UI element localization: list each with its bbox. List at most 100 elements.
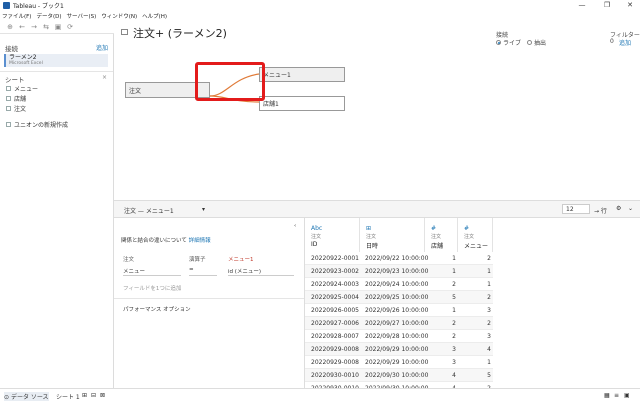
column-name: メニュー (464, 243, 489, 250)
connection-name: ラーメン2 (9, 54, 37, 61)
menu-bar: ファイル(F) データ(D) サーバー(S) ウィンドウ(N) ヘルプ(H) (0, 11, 640, 20)
back-icon[interactable]: ← (16, 23, 28, 31)
table-cell: 20220925-0004 (311, 294, 359, 301)
table-row[interactable]: 20220930-0010 2022/09/30 10:00:00 4 5 (305, 369, 493, 382)
table-cell: 2022/09/25 10:00:00 (365, 294, 429, 301)
table-cell: 20220926-0005 (311, 307, 359, 314)
swap-icon[interactable]: ⇆ (40, 23, 52, 31)
table-cell: 2022/09/29 10:00:00 (365, 346, 429, 353)
table-cell: 20220929-0008 (311, 346, 359, 353)
datetime-type-icon: ⊞ (366, 225, 372, 232)
join-right-header: メニュー1 (228, 257, 254, 263)
column-header-datetime[interactable]: ⊞ 注文 日時 (360, 218, 425, 252)
column-name: 日時 (366, 243, 379, 250)
save-icon[interactable]: ▣ (52, 23, 64, 31)
forward-icon[interactable]: → (28, 23, 40, 31)
menu-file[interactable]: ファイル(F) (2, 12, 31, 20)
column-header-menu[interactable]: # 注文 メニュー (458, 218, 493, 252)
sheets-search-icon[interactable]: × (102, 74, 107, 81)
table-cell: 2022/09/29 10:00:00 (365, 359, 429, 366)
maximize-button[interactable]: ❐ (597, 0, 617, 11)
menu-data[interactable]: データ(D) (36, 12, 61, 20)
sheet-icon (6, 106, 11, 111)
table-cell: 1 (487, 281, 491, 288)
table-row[interactable]: 20220929-0008 2022/09/29 10:00:00 3 4 (305, 343, 493, 356)
add-field-link[interactable]: フィールドを1つに追加 (123, 284, 181, 292)
number-type-icon: # (431, 225, 437, 232)
table-cell: 1 (487, 268, 491, 275)
table-cell: 2022/09/23 10:00:00 (365, 268, 429, 275)
rows-suffix: → 行 (594, 208, 607, 215)
sheet-tab[interactable]: シート 1 (56, 392, 80, 401)
table-cell: 5 (452, 294, 456, 301)
join-operator[interactable]: = (189, 267, 217, 276)
sheet-item-menu[interactable]: メニュー (6, 84, 38, 93)
new-sheet-icon[interactable]: ⊞ (82, 392, 87, 399)
data-grid-header: 注文 — メニュー1 ▾ 12 → 行 ⚙ ⌄ (114, 200, 640, 218)
table-menu1[interactable]: メニュー1 (259, 67, 345, 82)
fit-view-icon[interactable]: ▣ (624, 392, 630, 399)
join-right-field[interactable]: id (メニュー) (228, 267, 294, 276)
table-row[interactable]: 20220924-0003 2022/09/24 10:00:00 2 1 (305, 278, 493, 291)
divider (0, 71, 113, 72)
table-cell: 2 (487, 320, 491, 327)
table-cell: 20220923-0002 (311, 268, 359, 275)
chevron-down-icon[interactable]: ▾ (202, 206, 205, 213)
datasource-canvas: 注文+ (ラーメン2) 接続 ライブ 抽出 フィルター 0 追加 注文 メニュー… (114, 20, 640, 200)
table-row[interactable]: 20220925-0004 2022/09/25 10:00:00 5 2 (305, 291, 493, 304)
table-cell: 1 (487, 359, 491, 366)
collapse-left-icon[interactable]: ‹ (294, 223, 296, 229)
highlight-box (195, 62, 265, 101)
collapse-icon[interactable]: ⌄ (628, 205, 633, 212)
sheet-item-order[interactable]: 注文 (6, 104, 26, 113)
data-grid: Abc 注文 ID ⊞ 注文 日時 # 注文 店舗 # 注文 メニュー 2022… (305, 218, 640, 388)
help-link[interactable]: 詳細情報 (189, 238, 211, 244)
table-row[interactable]: 20220928-0007 2022/09/28 10:00:00 2 3 (305, 330, 493, 343)
rows-input[interactable]: 12 (562, 204, 590, 214)
menu-window[interactable]: ウィンドウ(N) (101, 12, 137, 20)
close-button[interactable]: ✕ (620, 0, 640, 11)
table-row[interactable]: 20220927-0006 2022/09/27 10:00:00 2 2 (305, 317, 493, 330)
sheet-item-store[interactable]: 店舗 (6, 94, 26, 103)
new-story-icon[interactable]: ⊠ (100, 392, 105, 399)
table-cell: 1 (452, 307, 456, 314)
tableau-app-icon (3, 2, 10, 9)
table-cell: 2022/09/26 10:00:00 (365, 307, 429, 314)
table-cell: 20220924-0003 (311, 281, 359, 288)
refresh-icon[interactable]: ⟳ (64, 23, 76, 31)
join-lines (209, 73, 260, 103)
sheet-label: 注文 (14, 106, 27, 113)
list-view-icon[interactable]: ≡ (614, 392, 619, 399)
grid-view-icon[interactable]: ▦ (604, 392, 610, 399)
table-row[interactable]: 20220929-0008 2022/09/29 10:00:00 3 1 (305, 356, 493, 369)
table-row[interactable]: 20220922-0001 2022/09/22 10:00:00 1 2 (305, 252, 493, 265)
table-row[interactable]: 20220923-0002 2022/09/23 10:00:00 1 1 (305, 265, 493, 278)
new-dashboard-icon[interactable]: ⊟ (91, 392, 96, 399)
table-cell: 2022/09/30 10:00:00 (365, 372, 429, 379)
sheet-icon (6, 96, 11, 101)
column-header-id[interactable]: Abc 注文 ID (305, 218, 360, 252)
connection-item[interactable]: ラーメン2 Microsoft Excel (4, 54, 108, 67)
join-left-field[interactable]: メニュー (123, 267, 181, 276)
new-union-item[interactable]: ユニオンの新規作成 (6, 120, 68, 129)
table-cell: 1 (452, 255, 456, 262)
string-type-icon: Abc (311, 225, 323, 232)
table-cell: 20220922-0001 (311, 255, 359, 262)
performance-options[interactable]: パフォーマンス オプション (123, 305, 191, 313)
table-row[interactable]: 20220926-0005 2022/09/26 10:00:00 1 3 (305, 304, 493, 317)
table-selector[interactable]: 注文 — メニュー1 (124, 206, 174, 215)
column-header-store[interactable]: # 注文 店舗 (425, 218, 458, 252)
add-connection-link[interactable]: 追加 (96, 43, 108, 52)
table-store1[interactable]: 店舗1 (259, 96, 345, 111)
home-icon[interactable]: ⊕ (4, 23, 16, 31)
table-cell: 3 (487, 333, 491, 340)
operator-label: = (189, 267, 194, 273)
left-field-label: メニュー (123, 269, 146, 275)
gear-icon[interactable]: ⚙ (616, 205, 621, 212)
datasource-tab[interactable]: ⊙ データ ソース (4, 392, 49, 401)
minimize-button[interactable]: — (572, 0, 592, 11)
table-cell: 2022/09/24 10:00:00 (365, 281, 429, 288)
table-cell: 2022/09/22 10:00:00 (365, 255, 429, 262)
menu-server[interactable]: サーバー(S) (67, 12, 97, 20)
menu-help[interactable]: ヘルプ(H) (142, 12, 167, 20)
